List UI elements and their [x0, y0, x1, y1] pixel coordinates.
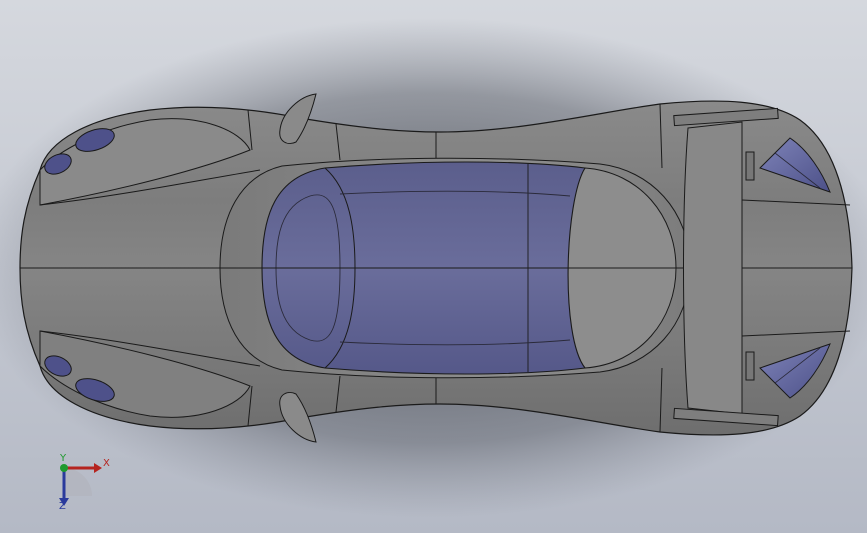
y-axis-label: Y [60, 453, 67, 464]
wing-strut-top [745, 151, 755, 181]
y-axis-dot [60, 464, 68, 472]
car-model[interactable] [0, 0, 867, 533]
wing-strut-bottom [745, 351, 755, 381]
rear-wing[interactable] [683, 121, 743, 415]
x-axis-head [94, 463, 102, 473]
x-axis-label: X [103, 458, 110, 469]
z-axis-label: Z [59, 501, 66, 512]
axis-triad: X Y Z [48, 452, 118, 514]
graphics-viewport[interactable]: X Y Z [0, 0, 867, 533]
